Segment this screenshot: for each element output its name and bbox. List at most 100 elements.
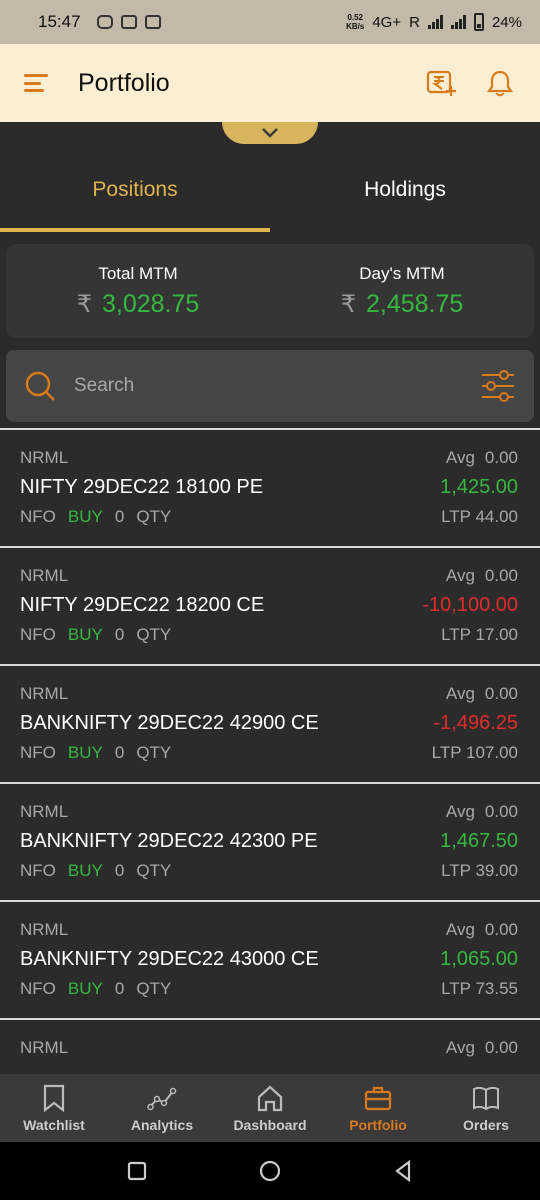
qty-label: QTY: [136, 743, 172, 762]
nav-orders[interactable]: Orders: [432, 1074, 540, 1142]
exchange: NFO: [20, 861, 56, 880]
nav-analytics[interactable]: Analytics: [108, 1074, 216, 1142]
rupee-icon: ₹: [340, 290, 356, 318]
qty-label: QTY: [136, 625, 172, 644]
ltp-value: 17.00: [475, 625, 518, 644]
avg-price: 0.00: [484, 1038, 518, 1057]
avg-price: 0.00: [484, 920, 518, 939]
position-symbol: BANKNIFTY 29DEC22 43000 CE: [20, 948, 319, 970]
product-type: NRML: [20, 920, 69, 939]
app-notification-icon: [120, 15, 137, 29]
qty-value: 0: [114, 507, 125, 526]
network-type: 4G+: [372, 13, 402, 31]
position-row[interactable]: NRML Avg 0.00 BANKNIFTY 29DEC22 43000 CE 1,…: [0, 900, 540, 1018]
product-type: NRML: [20, 1038, 69, 1057]
bookmark-icon: [43, 1084, 65, 1113]
page-title: Portfolio: [78, 68, 170, 97]
recent-apps-icon[interactable]: [125, 1159, 149, 1183]
position-row[interactable]: NRML Avg 0.00: [0, 1018, 540, 1074]
qty-value: 0: [114, 625, 125, 644]
avg-label: Avg: [445, 920, 475, 939]
nav-label: Portfolio: [349, 1117, 407, 1133]
nav-label: Watchlist: [23, 1117, 85, 1133]
filter-icon[interactable]: [480, 369, 516, 403]
qty-value: 0: [114, 743, 125, 762]
avg-label: Avg: [445, 802, 475, 821]
home-button-icon[interactable]: [258, 1159, 282, 1183]
nav-watchlist[interactable]: Watchlist: [0, 1074, 108, 1142]
side-badge: BUY: [67, 507, 103, 526]
position-row[interactable]: NRML Avg 0.00 BANKNIFTY 29DEC22 42300 PE 1,…: [0, 782, 540, 900]
app-header: Portfolio: [0, 44, 540, 122]
position-pnl: 1,467.50: [440, 830, 518, 852]
qty-value: 0: [114, 979, 125, 998]
status-bar: 15:47 0.52 KB/s 4G+ R 24%: [0, 0, 540, 44]
gallery-icon: [144, 15, 161, 29]
position-symbol: NIFTY 29DEC22 18200 CE: [20, 594, 265, 616]
nav-portfolio[interactable]: Portfolio: [324, 1074, 432, 1142]
back-icon[interactable]: [391, 1159, 415, 1183]
ltp-label: LTP: [441, 507, 471, 526]
chevron-down-icon: [262, 128, 278, 138]
avg-price: 0.00: [484, 566, 518, 585]
expand-tab[interactable]: [222, 122, 318, 144]
hamburger-icon[interactable]: [24, 74, 48, 92]
positions-list: NRML Avg 0.00 NIFTY 29DEC22 18100 PE 1,425.…: [0, 428, 540, 1074]
mtm-summary-card: Total MTM ₹ 3,028.75 Day's MTM ₹ 2,458.7…: [6, 244, 534, 338]
exchange: NFO: [20, 979, 56, 998]
position-row[interactable]: NRML Avg 0.00 NIFTY 29DEC22 18100 PE 1,425.…: [0, 428, 540, 546]
side-badge: BUY: [67, 979, 103, 998]
product-type: NRML: [20, 448, 69, 467]
briefcase-icon: [364, 1086, 392, 1111]
avg-label: Avg: [445, 1038, 475, 1057]
bell-icon[interactable]: [484, 69, 516, 97]
ltp-value: 73.55: [475, 979, 518, 998]
position-pnl: 1,065.00: [440, 948, 518, 970]
status-time: 15:47: [38, 12, 81, 31]
signal-icon: [427, 15, 443, 29]
qty-label: QTY: [136, 861, 172, 880]
search-bar: [6, 350, 534, 422]
ltp-value: 107.00: [466, 743, 518, 762]
nav-dashboard[interactable]: Dashboard: [216, 1074, 324, 1142]
position-pnl: -1,496.25: [433, 712, 518, 734]
portfolio-tabs: Positions Holdings: [0, 148, 540, 232]
status-right: 0.52 KB/s 4G+ R 24%: [346, 13, 522, 31]
side-badge: BUY: [67, 861, 103, 880]
exchange: NFO: [20, 507, 56, 526]
qty-label: QTY: [136, 979, 172, 998]
bottom-navigation: Watchlist Analytics Dashboard Portfolio …: [0, 1074, 540, 1142]
position-row[interactable]: NRML Avg 0.00 NIFTY 29DEC22 18200 CE -10,10…: [0, 546, 540, 664]
exchange: NFO: [20, 743, 56, 762]
roaming-indicator: R: [409, 13, 420, 31]
rupee-add-icon[interactable]: [426, 69, 458, 97]
battery-icon: [473, 13, 484, 31]
tab-holdings[interactable]: Holdings: [270, 148, 540, 232]
qty-value: 0: [114, 861, 125, 880]
instagram-icon: [96, 15, 113, 29]
day-mtm-label: Day's MTM: [359, 263, 445, 283]
avg-label: Avg: [445, 566, 475, 585]
position-symbol: NIFTY 29DEC22 18100 PE: [20, 476, 264, 498]
ltp-label: LTP: [441, 861, 471, 880]
network-speed: 0.52 KB/s: [346, 13, 365, 31]
avg-price: 0.00: [484, 802, 518, 821]
position-symbol: BANKNIFTY 29DEC22 42300 PE: [20, 830, 318, 852]
avg-label: Avg: [445, 448, 475, 467]
nav-label: Analytics: [130, 1117, 194, 1133]
tab-positions[interactable]: Positions: [0, 148, 270, 232]
position-row[interactable]: NRML Avg 0.00 BANKNIFTY 29DEC22 42900 CE -1…: [0, 664, 540, 782]
avg-label: Avg: [445, 684, 475, 703]
ltp-label: LTP: [441, 979, 471, 998]
search-input[interactable]: [74, 375, 480, 397]
battery-percent: 24%: [491, 13, 522, 31]
product-type: NRML: [20, 566, 69, 585]
total-mtm: Total MTM ₹ 3,028.75: [6, 244, 270, 338]
avg-price: 0.00: [484, 684, 518, 703]
search-icon: [25, 371, 55, 401]
product-type: NRML: [20, 684, 69, 703]
system-navigation-bar: [0, 1142, 540, 1200]
signal-icon-2: [450, 15, 466, 29]
exchange: NFO: [20, 625, 56, 644]
nav-label: Orders: [463, 1117, 509, 1133]
